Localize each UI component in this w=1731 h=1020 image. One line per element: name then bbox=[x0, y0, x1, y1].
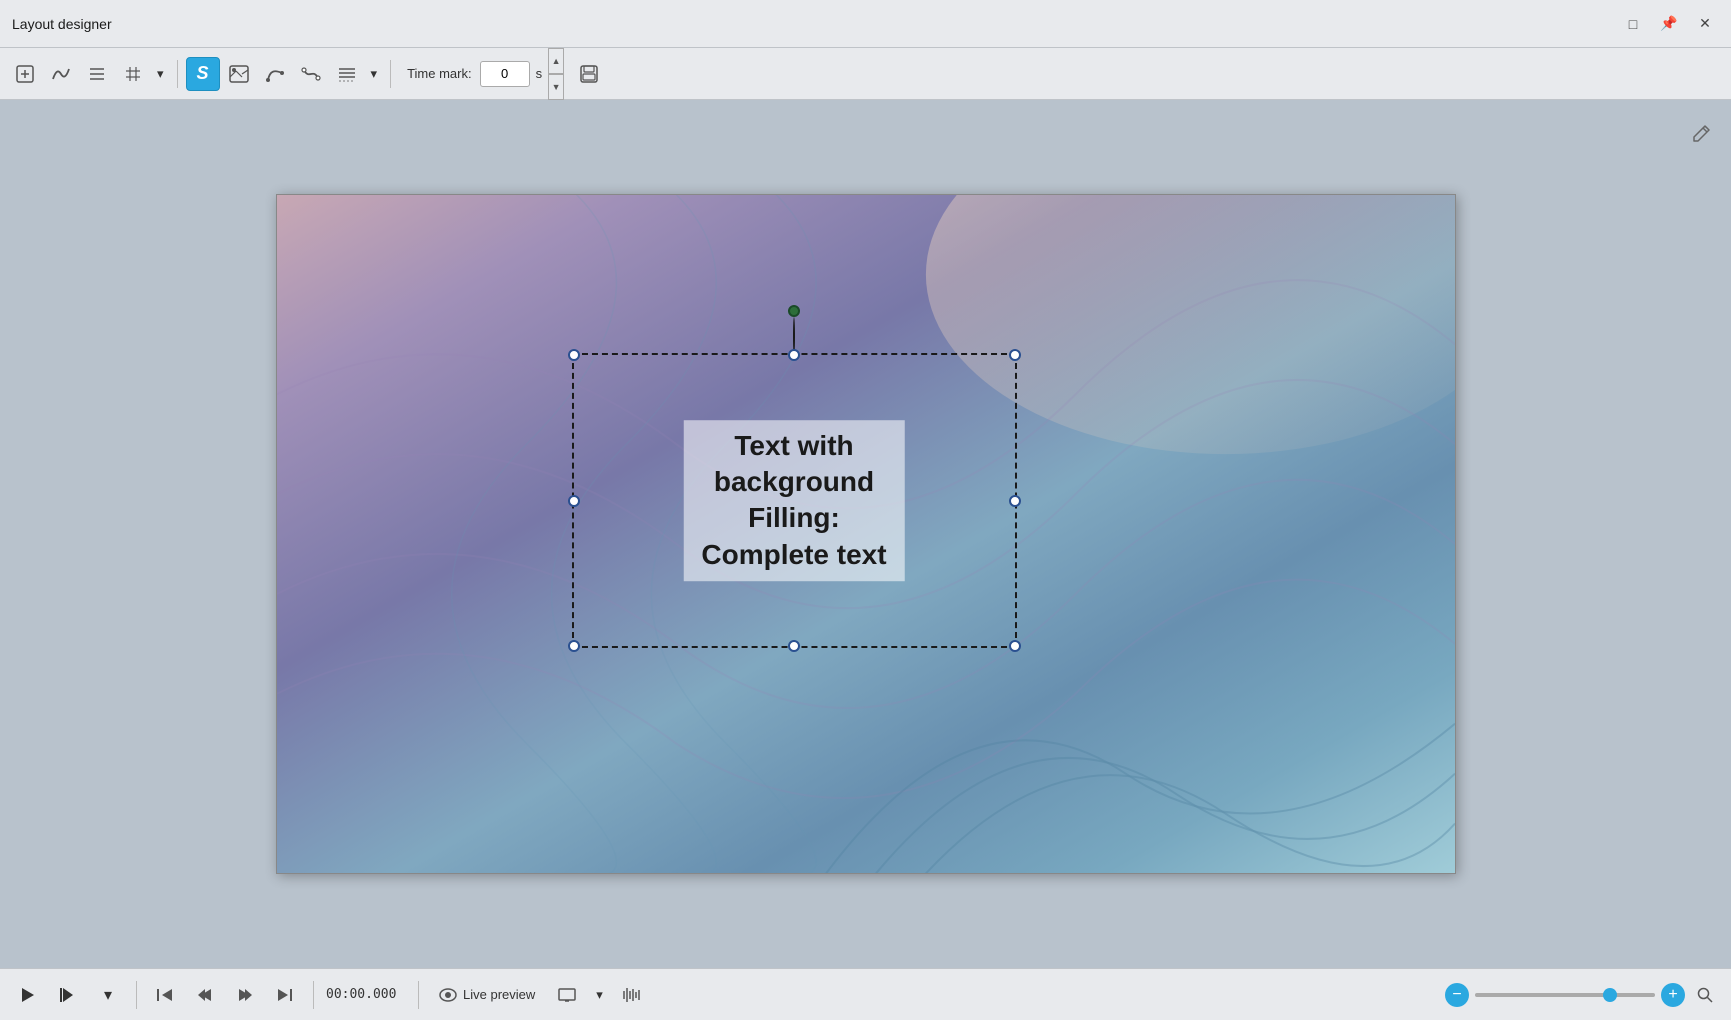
title-bar: Layout designer □ 📌 ✕ bbox=[0, 0, 1731, 48]
handle-top-right[interactable] bbox=[1009, 349, 1021, 361]
pin-button[interactable]: 📌 bbox=[1655, 10, 1683, 38]
tool-group: ▾ bbox=[8, 57, 169, 91]
separator-bottom-1 bbox=[136, 981, 137, 1009]
canvas[interactable]: Text with background Filling: Complete t… bbox=[276, 194, 1456, 874]
grid-dropdown-button[interactable]: ▾ bbox=[152, 63, 169, 85]
time-spinner: ▲ ▼ bbox=[548, 48, 564, 100]
handle-bottom-center[interactable] bbox=[788, 640, 800, 652]
zoom-plus-button[interactable]: + bbox=[1661, 983, 1685, 1007]
step-forward-button[interactable] bbox=[229, 979, 261, 1011]
skip-forward-button[interactable] bbox=[269, 979, 301, 1011]
play-button[interactable] bbox=[12, 979, 44, 1011]
time-down-button[interactable]: ▼ bbox=[548, 74, 564, 100]
skip-back-button[interactable] bbox=[149, 979, 181, 1011]
preview-dropdown-button[interactable]: ▾ bbox=[591, 984, 608, 1006]
separator-bottom-3 bbox=[418, 981, 419, 1009]
list-tool-button[interactable] bbox=[330, 57, 364, 91]
play-dropdown-button[interactable]: ▾ bbox=[92, 979, 124, 1011]
time-up-button[interactable]: ▲ bbox=[548, 48, 564, 74]
handle-bottom-right[interactable] bbox=[1009, 640, 1021, 652]
select-tool-button[interactable] bbox=[8, 57, 42, 91]
time-mark-label: Time mark: bbox=[407, 66, 472, 81]
handle-middle-left[interactable] bbox=[568, 495, 580, 507]
zoom-thumb[interactable] bbox=[1603, 988, 1617, 1002]
waveform-button[interactable] bbox=[616, 979, 648, 1011]
rotate-handle[interactable] bbox=[788, 305, 800, 317]
preview-screen-button[interactable] bbox=[551, 979, 583, 1011]
text-element-content: Text with background Filling: Complete t… bbox=[684, 420, 905, 582]
tool-group-2: S bbox=[186, 57, 383, 91]
time-mark-input[interactable] bbox=[480, 61, 530, 87]
text-line-1: Text with background bbox=[700, 428, 889, 501]
title-bar-controls: □ 📌 ✕ bbox=[1619, 10, 1719, 38]
timestamp: 00:00.000 bbox=[326, 987, 406, 1002]
handle-top-left[interactable] bbox=[568, 349, 580, 361]
selected-element[interactable]: Text with background Filling: Complete t… bbox=[572, 353, 1017, 648]
zoom-track[interactable] bbox=[1475, 993, 1655, 997]
path-tool-button[interactable] bbox=[258, 57, 292, 91]
pencil-icon-button[interactable] bbox=[1687, 120, 1715, 148]
image-tool-button[interactable] bbox=[222, 57, 256, 91]
close-button[interactable]: ✕ bbox=[1691, 10, 1719, 38]
maximize-button[interactable]: □ bbox=[1619, 10, 1647, 38]
main-area: Text with background Filling: Complete t… bbox=[0, 100, 1731, 968]
curve-tool-button[interactable] bbox=[44, 57, 78, 91]
zoom-minus-button[interactable]: − bbox=[1445, 983, 1469, 1007]
toolbar: ▾ S bbox=[0, 48, 1731, 100]
bottom-bar: ▾ 00:00.000 Live preview ▾ − bbox=[0, 968, 1731, 1020]
zoom-search-button[interactable] bbox=[1691, 981, 1719, 1009]
separator-2 bbox=[390, 60, 391, 88]
handle-middle-right[interactable] bbox=[1009, 495, 1021, 507]
play-from-button[interactable] bbox=[52, 979, 84, 1011]
text-tool-button[interactable]: S bbox=[186, 57, 220, 91]
zoom-bar: − + bbox=[1445, 981, 1719, 1009]
text-line-2: Filling: Complete text bbox=[700, 501, 889, 574]
live-preview-label: Live preview bbox=[463, 987, 535, 1002]
step-back-button[interactable] bbox=[189, 979, 221, 1011]
time-unit: s bbox=[536, 66, 543, 81]
app-title: Layout designer bbox=[12, 16, 112, 32]
list-dropdown-button[interactable]: ▾ bbox=[366, 63, 383, 85]
separator-bottom-2 bbox=[313, 981, 314, 1009]
handle-bottom-left[interactable] bbox=[568, 640, 580, 652]
canvas-wrapper: Text with background Filling: Complete t… bbox=[0, 100, 1731, 968]
separator-1 bbox=[177, 60, 178, 88]
live-preview-button[interactable]: Live preview bbox=[431, 983, 543, 1006]
grid-tool-button[interactable] bbox=[116, 57, 150, 91]
handle-top-center[interactable] bbox=[788, 349, 800, 361]
save-button[interactable] bbox=[572, 57, 606, 91]
path2-tool-button[interactable] bbox=[294, 57, 328, 91]
align-tool-button[interactable] bbox=[80, 57, 114, 91]
